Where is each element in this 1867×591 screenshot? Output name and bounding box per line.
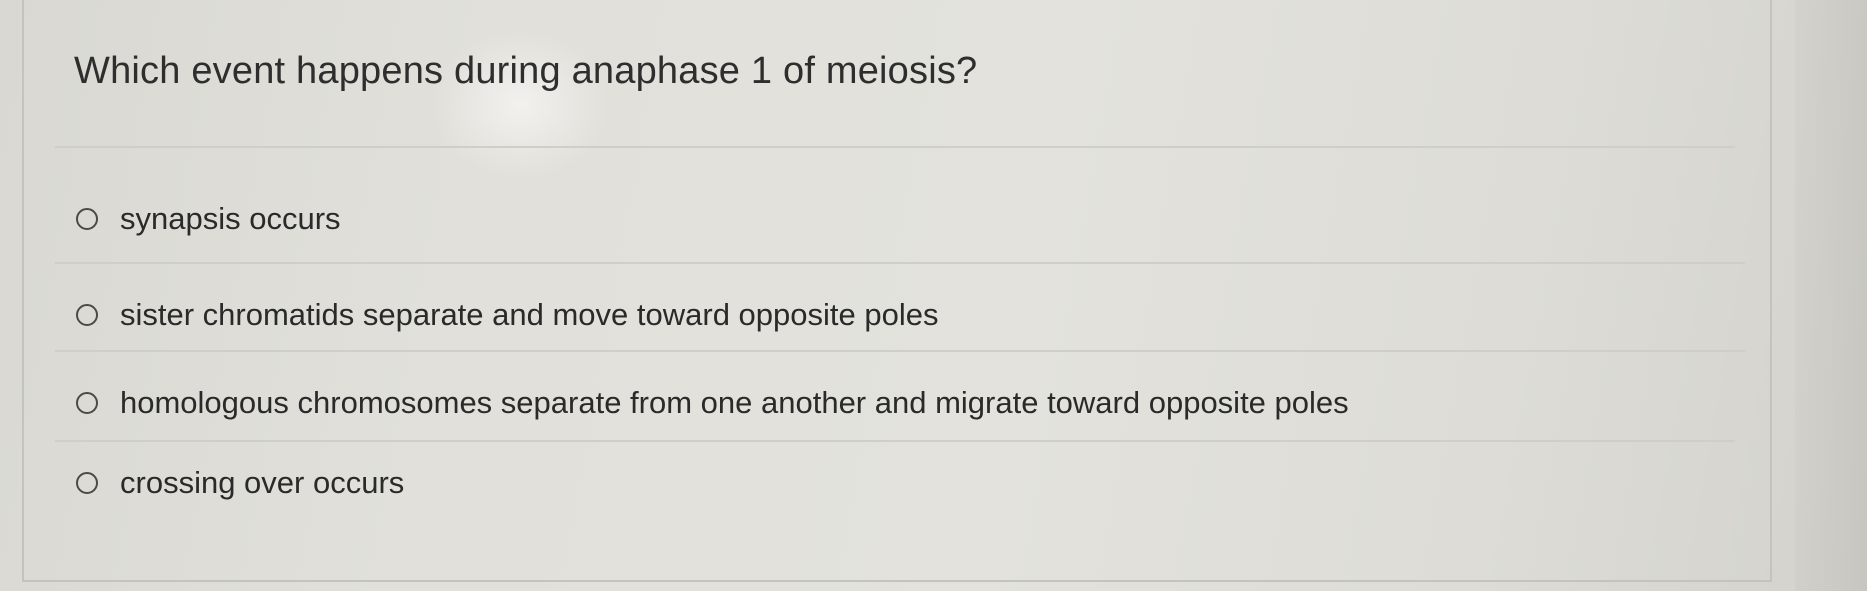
- page-margin: [1795, 0, 1867, 591]
- option-sister-chromatids[interactable]: sister chromatids separate and move towa…: [76, 290, 939, 340]
- radio-button-icon[interactable]: [76, 392, 98, 414]
- radio-button-icon[interactable]: [76, 304, 98, 326]
- divider: [55, 440, 1735, 442]
- radio-button-icon[interactable]: [76, 472, 98, 494]
- option-label: crossing over occurs: [120, 465, 405, 500]
- option-crossing-over[interactable]: crossing over occurs: [76, 458, 404, 508]
- divider: [55, 146, 1735, 148]
- radio-button-icon[interactable]: [76, 208, 98, 230]
- divider: [55, 350, 1745, 352]
- question-text: Which event happens during anaphase 1 of…: [74, 50, 978, 92]
- option-label: synapsis occurs: [120, 201, 341, 236]
- option-label: sister chromatids separate and move towa…: [120, 297, 939, 332]
- option-label: homologous chromosomes separate from one…: [120, 385, 1349, 420]
- option-synapsis[interactable]: synapsis occurs: [76, 194, 341, 244]
- option-homologous-chromosomes[interactable]: homologous chromosomes separate from one…: [76, 378, 1349, 428]
- divider: [55, 262, 1745, 264]
